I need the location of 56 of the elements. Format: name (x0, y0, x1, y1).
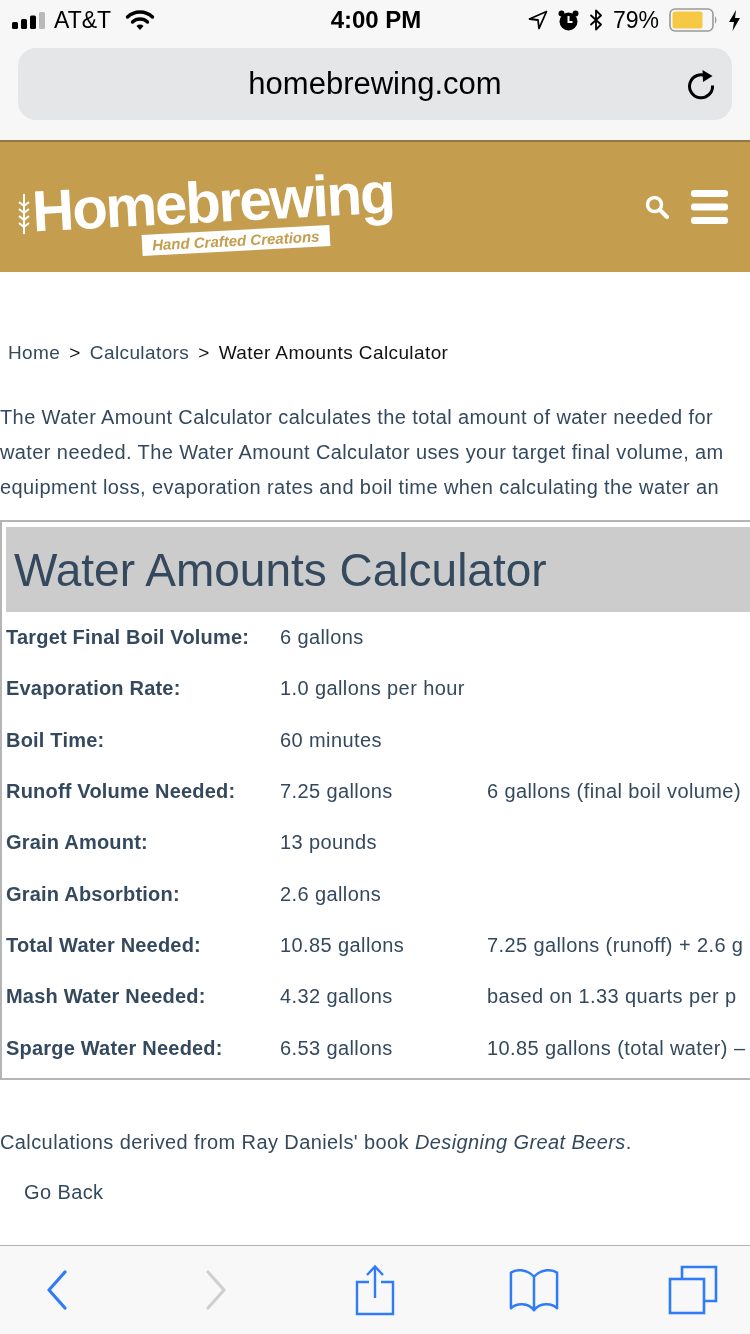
source-note: Calculations derived from Ray Daniels' book Designing Great Beers. (0, 1129, 633, 1155)
battery-percent: 79% (612, 6, 659, 34)
row-label: Sparge Water Needed: (6, 1036, 224, 1060)
row-value: 6.53 gallons (280, 1036, 394, 1060)
share-icon (355, 1264, 395, 1316)
row-label: Runoff Volume Needed: (6, 780, 237, 804)
row-value: 2.6 gallons (280, 882, 383, 906)
bluetooth-icon (588, 9, 603, 31)
reload-button[interactable] (686, 68, 716, 100)
menu-button[interactable] (691, 190, 728, 224)
alarm-clock-icon (557, 9, 579, 31)
breadcrumb-separator: > (69, 341, 81, 365)
search-button[interactable] (645, 195, 669, 219)
row-value: 7.25 gallons (280, 780, 394, 804)
row-value: 1.0 gallons per hour (280, 677, 466, 701)
row-label: Total Water Needed: (6, 933, 202, 957)
row-note: 10.85 gallons (total water) – (487, 1036, 747, 1060)
row-value: 10.85 gallons (280, 933, 406, 957)
row-label: Boil Time: (6, 728, 106, 752)
address-field[interactable]: homebrewing.com (18, 48, 732, 120)
row-label: Evaporation Rate: (6, 677, 182, 701)
row-note: 6 gallons (final boil volume) (487, 780, 742, 804)
row-label: Mash Water Needed: (6, 985, 207, 1009)
charging-bolt-icon (729, 9, 740, 31)
breadcrumb-link[interactable]: Home (8, 341, 61, 365)
intro-paragraph: The Water Amount Calculator calculates the total amount of water needed for water needed. The Water Amount Calculator uses your target final volume, am equipment loss, evaporation rates and boil time when calculating the water an (0, 405, 725, 500)
status-time: 4:00 PM (330, 6, 422, 34)
location-arrow-icon (527, 10, 548, 30)
wheat-icon (18, 193, 30, 234)
calculator-title: Water Amounts Calculator (6, 527, 750, 612)
bookmarks-button[interactable] (509, 1267, 559, 1313)
wifi-icon (125, 9, 156, 31)
row-value: 60 minutes (280, 728, 383, 752)
tabs-button[interactable] (668, 1265, 718, 1315)
chevron-left-icon (46, 1270, 68, 1310)
reload-icon (686, 68, 716, 100)
open-book-icon (509, 1267, 559, 1313)
search-icon (645, 195, 669, 219)
row-value: 13 pounds (280, 831, 379, 855)
menu-icon (691, 190, 728, 224)
signal-icon (12, 11, 46, 29)
go-back-link[interactable]: Go Back (24, 1176, 104, 1207)
row-label: Grain Amount: (6, 831, 149, 855)
battery-icon (669, 8, 719, 32)
row-value: 4.32 gallons (280, 985, 394, 1009)
row-label: Grain Absorbtion: (6, 882, 181, 906)
row-note: based on 1.33 quarts per p (487, 985, 738, 1009)
carrier-name: AT&T (54, 6, 112, 34)
breadcrumb-current: Water Amounts Calculator (218, 341, 449, 365)
tabs-icon (668, 1265, 718, 1315)
chevron-right-icon (205, 1270, 227, 1310)
row-note: 7.25 gallons (runoff) + 2.6 g (487, 933, 745, 957)
row-value: 6 gallons (280, 626, 365, 650)
row-label: Target Final Boil Volume: (6, 626, 251, 650)
breadcrumb-separator: > (198, 341, 210, 365)
breadcrumb-link[interactable]: Calculators (89, 341, 190, 365)
